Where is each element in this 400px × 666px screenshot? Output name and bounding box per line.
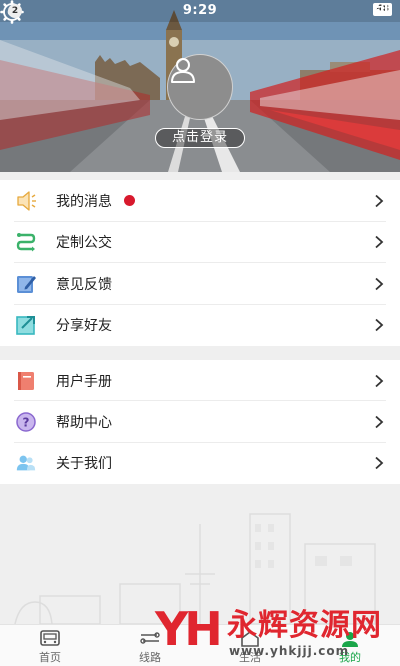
speaker-icon <box>15 190 37 212</box>
user-icon <box>171 58 195 83</box>
tab-label: 线路 <box>139 651 161 664</box>
help-icon: ? <box>15 411 37 433</box>
chevron-right-icon <box>375 194 384 207</box>
feedback-icon <box>15 273 37 295</box>
about-users-icon <box>15 452 37 474</box>
svg-text:?: ? <box>23 415 30 429</box>
chevron-right-icon <box>375 319 384 332</box>
chevron-right-icon <box>375 457 384 470</box>
menu-item-label: 我的消息 <box>56 193 112 210</box>
menu-item-about-us[interactable]: 关于我们 <box>0 443 400 484</box>
tab-label: 首页 <box>39 651 61 664</box>
menu-item-user-manual[interactable]: 用户手册 <box>0 360 400 402</box>
menu-item-share[interactable]: 分享好友 <box>0 305 400 347</box>
chevron-right-icon <box>375 277 384 290</box>
menu-item-label: 分享好友 <box>56 318 112 335</box>
bottom-tab-bar: 首页 线路 生活 我的 <box>0 624 400 666</box>
tab-home[interactable]: 首页 <box>0 625 100 666</box>
menu-item-label: 关于我们 <box>56 456 112 473</box>
login-button[interactable]: 点击登录 <box>155 128 245 148</box>
tab-routes[interactable]: 线路 <box>100 625 200 666</box>
route-icon <box>15 231 37 253</box>
menu-item-messages[interactable]: 我的消息 <box>0 180 400 222</box>
menu-item-label: 用户手册 <box>56 373 112 390</box>
signal-icon <box>373 3 388 14</box>
tab-profile[interactable]: 我的 <box>300 625 400 666</box>
chevron-right-icon <box>375 374 384 387</box>
chevron-right-icon <box>375 415 384 429</box>
menu-item-label: 帮助中心 <box>56 414 112 431</box>
tab-label: 我的 <box>339 651 361 664</box>
menu-section-secondary: 用户手册 ? 帮助中心 关于我们 <box>0 360 400 484</box>
unread-dot <box>124 195 135 207</box>
manual-icon <box>15 370 37 392</box>
tab-life[interactable]: 生活 <box>200 625 300 666</box>
profile-icon <box>342 632 358 647</box>
menu-item-feedback[interactable]: 意见反馈 <box>0 263 400 305</box>
chevron-right-icon <box>375 236 384 249</box>
life-icon <box>241 631 259 647</box>
status-time: 9:29 <box>182 3 218 18</box>
menu-item-label: 意见反馈 <box>56 276 112 293</box>
avatar[interactable] <box>167 54 233 120</box>
route-line-icon <box>140 632 160 644</box>
bus-icon <box>40 630 60 646</box>
menu-item-custom-bus[interactable]: 定制公交 <box>0 222 400 263</box>
tab-label: 生活 <box>239 651 261 664</box>
status-indicators: 48 <box>373 3 392 16</box>
menu-item-help-center[interactable]: ? 帮助中心 <box>0 401 400 443</box>
city-illustration <box>0 484 400 624</box>
share-icon <box>15 314 37 336</box>
menu-item-label: 定制公交 <box>56 235 112 252</box>
profile-header-banner: 2 9:29 48 <box>0 0 400 172</box>
status-bar: 2 9:29 48 <box>0 0 400 22</box>
menu-section-primary: 我的消息 定制公交 意见反馈 分享好友 <box>0 180 400 346</box>
